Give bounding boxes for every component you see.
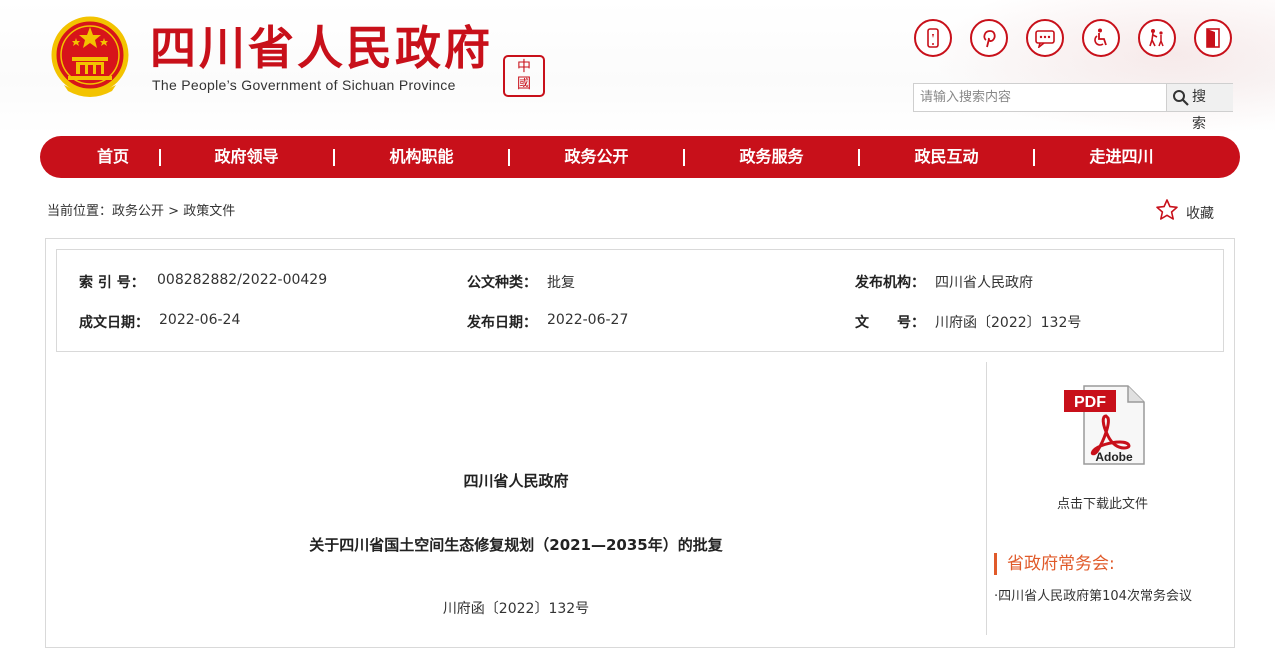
- document-meta: 索 引 号： 008282882/2022-00429 公文种类： 批复 发布机…: [56, 249, 1224, 352]
- nav-item-leaders[interactable]: 政府领导: [200, 136, 293, 178]
- document-org: 四川省人民政府: [463, 472, 569, 490]
- nav-separator: [683, 149, 685, 166]
- meta-index-value: 008282882/2022-00429: [157, 272, 328, 288]
- site-subtitle: The People’s Government of Sichuan Provi…: [152, 77, 456, 93]
- meta-type-label: 公文种类：: [467, 275, 537, 291]
- pdf-file-icon[interactable]: PDF Adobe: [1062, 384, 1146, 468]
- nav-item-interaction[interactable]: 政民互动: [900, 136, 993, 178]
- breadcrumb-item-open-gov[interactable]: 政务公开: [112, 204, 164, 219]
- exit-door-icon[interactable]: [1194, 19, 1232, 57]
- site-title: 四川省人民政府: [150, 21, 493, 75]
- accessibility-icon[interactable]: [1082, 19, 1120, 57]
- breadcrumb: 当前位置：政务公开 > 政策文件: [47, 200, 235, 219]
- pdf-label: PDF: [1074, 394, 1106, 411]
- nav-item-sichuan[interactable]: 走进四川: [1075, 136, 1168, 178]
- meta-written-label: 成文日期：: [79, 315, 149, 331]
- meta-doc-label-1: 文: [855, 315, 869, 331]
- meta-index: 索 引 号： 008282882/2022-00429: [79, 272, 327, 292]
- nav-separator: [508, 149, 510, 166]
- nav-item-functions[interactable]: 机构职能: [375, 136, 468, 178]
- nav-item-services[interactable]: 政务服务: [725, 136, 818, 178]
- search-button-label: 搜 索: [1192, 89, 1209, 132]
- document-title: 关于四川省国土空间生态修复规划（2021—2035年）的批复: [309, 536, 723, 554]
- pinterest-icon[interactable]: [970, 19, 1008, 57]
- sidebar-divider: [986, 362, 987, 635]
- favorite-label: 收藏: [1186, 206, 1214, 222]
- meta-publish-value: 2022-06-27: [547, 312, 629, 328]
- meta-org-label: 发布机构：: [855, 275, 925, 291]
- header-tool-icons: [914, 19, 1232, 63]
- nav-separator: [1033, 149, 1035, 166]
- nav-item-home[interactable]: 首页: [72, 136, 154, 178]
- meeting-heading: 省政府常务会:: [994, 553, 1115, 575]
- site-header: 四川省人民政府 The People’s Government of Sichu…: [0, 0, 1275, 135]
- document-body: 四川省人民政府 关于四川省国土空间生态修复规划（2021—2035年）的批复 川…: [56, 362, 986, 635]
- message-icon[interactable]: [1026, 19, 1064, 57]
- breadcrumb-prefix: 当前位置：: [47, 204, 113, 219]
- star-icon: [1156, 199, 1178, 220]
- meta-publish-label: 发布日期：: [467, 315, 537, 331]
- meta-publish-date: 发布日期： 2022-06-27: [467, 312, 628, 332]
- meta-doc-value: 川府函〔2022〕132号: [935, 315, 1082, 331]
- meta-written-value: 2022-06-24: [159, 312, 241, 328]
- mobile-icon[interactable]: [914, 19, 952, 57]
- meta-org: 发布机构： 四川省人民政府: [855, 272, 1033, 292]
- breadcrumb-separator: >: [168, 204, 180, 219]
- document-number: 川府函〔2022〕132号: [442, 601, 590, 617]
- meeting-link[interactable]: ·四川省人民政府第104次常务会议: [994, 585, 1192, 604]
- search-input[interactable]: [914, 84, 1176, 111]
- national-emblem-icon: [51, 16, 129, 97]
- breadcrumb-item-policy-docs[interactable]: 政策文件: [183, 204, 235, 219]
- pdf-vendor: Adobe: [1095, 450, 1133, 464]
- search-button[interactable]: 搜 索: [1166, 84, 1233, 132]
- nav-separator: [858, 149, 860, 166]
- meta-type-value: 批复: [547, 275, 575, 291]
- elderly-care-icon[interactable]: [1138, 19, 1176, 57]
- meta-doc-label-2: 号：: [897, 315, 925, 331]
- china-seal-logo: 中國: [503, 55, 545, 97]
- meta-written-date: 成文日期： 2022-06-24: [79, 312, 240, 332]
- nav-separator: [159, 149, 161, 166]
- search-icon: [1173, 90, 1189, 106]
- search-box: 搜 索: [913, 83, 1233, 132]
- main-nav: 首页 政府领导 机构职能 政务公开 政务服务 政民互动 走进四川: [40, 136, 1240, 178]
- nav-item-open-gov[interactable]: 政务公开: [550, 136, 643, 178]
- meta-doc-number: 文 号： 川府函〔2022〕132号: [855, 312, 1081, 332]
- nav-separator: [333, 149, 335, 166]
- meta-index-label: 索 引 号：: [79, 275, 145, 291]
- meta-org-value: 四川省人民政府: [935, 275, 1033, 291]
- download-file-link[interactable]: 点击下载此文件: [1000, 493, 1205, 512]
- meta-type: 公文种类： 批复: [467, 272, 575, 292]
